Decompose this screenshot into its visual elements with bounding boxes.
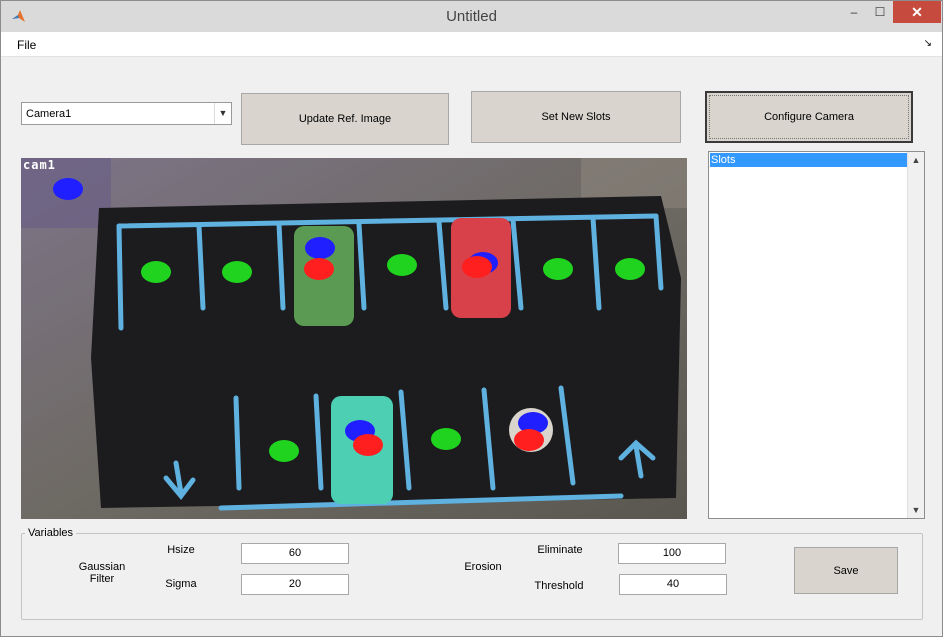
app-window: Untitled ‒ ☐ ✕ File ↘ Camera1 ▼ Update R… <box>0 0 943 637</box>
camera-view: cam1 <box>21 158 687 519</box>
close-button[interactable]: ✕ <box>893 1 941 23</box>
maximize-button[interactable]: ☐ <box>867 1 893 23</box>
save-button[interactable]: Save <box>794 547 898 594</box>
list-item[interactable]: Slots <box>710 153 907 167</box>
update-ref-image-button[interactable]: Update Ref. Image <box>241 93 449 145</box>
configure-camera-button[interactable]: Configure Camera <box>705 91 913 143</box>
window-title: Untitled <box>446 8 497 25</box>
menu-bar: File ↘ <box>1 32 942 57</box>
scroll-down-icon[interactable]: ▼ <box>908 502 924 518</box>
camera-select[interactable]: Camera1 ▼ <box>21 102 232 125</box>
menu-file[interactable]: File <box>17 38 36 52</box>
set-new-slots-button[interactable]: Set New Slots <box>471 91 681 143</box>
title-bar: Untitled ‒ ☐ ✕ <box>1 1 942 32</box>
toolbar-toggle-icon[interactable]: ↘ <box>924 38 932 49</box>
sigma-field[interactable]: 20 <box>241 574 349 595</box>
gaussian-filter-label: Gaussian Filter <box>78 561 126 585</box>
variables-panel-title: Variables <box>25 527 77 539</box>
threshold-label: Threshold <box>534 580 584 592</box>
sigma-label: Sigma <box>165 578 197 590</box>
variables-panel <box>21 533 923 620</box>
threshold-field[interactable]: 40 <box>619 574 727 595</box>
scroll-up-icon[interactable]: ▲ <box>908 152 924 168</box>
vertical-scrollbar[interactable]: ▲ ▼ <box>907 152 924 518</box>
minimize-button[interactable]: ‒ <box>841 1 867 23</box>
erosion-label: Erosion <box>464 561 502 573</box>
chevron-down-icon[interactable]: ▼ <box>214 103 231 124</box>
camera-frame <box>21 158 687 519</box>
camera-select-value: Camera1 <box>26 108 72 120</box>
camera-overlay-label: cam1 <box>23 158 56 172</box>
eliminate-field[interactable]: 100 <box>618 543 726 564</box>
hsize-field[interactable]: 60 <box>241 543 349 564</box>
hsize-label: Hsize <box>167 544 195 556</box>
slots-listbox[interactable]: Slots ▲ ▼ <box>708 151 925 519</box>
eliminate-label: Eliminate <box>537 544 583 556</box>
